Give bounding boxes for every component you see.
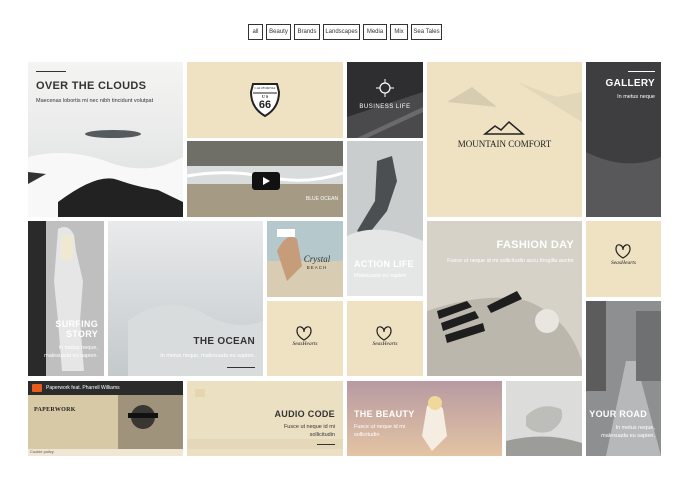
tile-subtitle: Malesuada eu sapien (354, 273, 407, 279)
play-button[interactable] (252, 172, 280, 190)
seahearts-logo: SeasHearts (372, 341, 398, 347)
channel-title: Paperwork feat. Pharrell Williams (46, 385, 120, 391)
tile-seal[interactable] (506, 381, 582, 456)
tile-subtitle-2: sollicitudin (354, 432, 380, 438)
tile-seahearts-right[interactable]: SeasHearts (347, 301, 423, 376)
filter-bar: all Beauty Brands Landscapes Media Mix S… (0, 24, 690, 40)
filter-all[interactable]: all (248, 24, 263, 40)
crystal-beach-sublogo: BEACH (306, 265, 328, 270)
seahearts-logo-icon (376, 326, 392, 341)
filter-sea-tales[interactable]: Sea Tales (411, 24, 442, 40)
blue-ocean-logo: BLUE OCEAN (305, 196, 339, 202)
tile-subtitle: Maecenas lobortis mi nec nibh tincidunt … (36, 98, 154, 104)
tile-title: FASHION DAY (496, 239, 574, 251)
tile-seahearts-top[interactable]: SeasHearts (586, 221, 661, 297)
media-player-image (28, 381, 183, 456)
tile-title: YOUR ROAD (589, 409, 647, 419)
tile-gallery[interactable]: GALLERY In metus neque (586, 62, 661, 217)
filter-brands[interactable]: Brands (294, 24, 320, 40)
tile-mountain-comfort[interactable]: MOUNTAIN COMFORT (427, 62, 582, 217)
tile-audio-code[interactable]: AUDIO CODE Fusce ut neque id mi sollicit… (187, 381, 343, 456)
tile-title: OVER THE CLOUDS (36, 80, 147, 92)
tile-the-beauty[interactable]: THE BEAUTY Fusce ut neque id mi sollicit… (347, 381, 502, 456)
business-life-image (347, 79, 423, 138)
route-66-top: CALIFORNIA (254, 86, 276, 90)
tile-title: ACTION LIFE (354, 259, 414, 269)
play-icon (263, 177, 270, 185)
tile-crystal-beach[interactable]: Crystal BEACH (267, 221, 343, 297)
tile-subtitle: Fusce ut neque id mi (354, 424, 406, 430)
tile-subtitle-2: sollicitudin (309, 432, 335, 438)
route-66-number: 66 (258, 99, 272, 111)
tile-surfing-story[interactable]: SURFING STORY In metus neque, malesuada … (28, 221, 104, 376)
tile-title: GALLERY (605, 78, 655, 89)
tile-seahearts-left[interactable]: SeasHearts (267, 301, 343, 376)
accent-bar (317, 444, 335, 445)
tile-subtitle: In metus neque (617, 94, 655, 100)
filter-beauty[interactable]: Beauty (266, 24, 291, 40)
tile-over-the-clouds[interactable]: OVER THE CLOUDS Maecenas lobortis mi nec… (28, 62, 183, 217)
tile-subtitle-2: malesuada eu sapien. (44, 353, 98, 359)
seal-image (506, 381, 582, 456)
tile-route-66[interactable]: CALIFORNIA U S 66 (187, 62, 343, 138)
poster-title: PAPERWORK (34, 407, 76, 413)
accent-bar (227, 367, 255, 368)
accent-bar (628, 71, 655, 72)
tile-the-ocean[interactable]: THE OCEAN In metus neque, malesuada eu s… (108, 221, 263, 376)
crystal-beach-logo: Crystal (303, 254, 331, 264)
tile-ocean-video[interactable] (187, 141, 343, 217)
tile-media-player[interactable]: Paperwork feat. Pharrell Williams PAPERW… (28, 381, 183, 456)
your-road-subtitle: In metus neque, (615, 425, 655, 431)
seahearts-logo: SeasHearts (610, 260, 637, 266)
seahearts-logo-icon (296, 326, 312, 341)
filter-media[interactable]: Media (363, 24, 387, 40)
cookie-policy-link[interactable]: Cookie policy (30, 449, 54, 454)
tile-subtitle: Fusce ut neque id mi (283, 424, 335, 430)
tile-subtitle: Fusce ut neque id mi sollicitudin accu f… (447, 258, 574, 264)
seahearts-logo-icon (615, 244, 631, 259)
tile-title: THE OCEAN (193, 336, 255, 347)
filter-landscapes[interactable]: Landscapes (323, 24, 360, 40)
tile-business-life[interactable]: BUSINESS LIFE (347, 62, 423, 138)
tile-action-life[interactable]: ACTION LIFE Malesuada eu sapien (347, 141, 423, 296)
tile-title: AUDIO CODE (274, 409, 335, 419)
tile-fashion-day[interactable]: FASHION DAY Fusce ut neque id mi sollici… (427, 221, 582, 376)
tile-title: THE BEAUTY (354, 409, 415, 419)
tile-subtitle: In metus neque, malesuada eu sapien. (160, 353, 255, 359)
mountain-comfort-logo: MOUNTAIN COMFORT (457, 139, 552, 149)
tile-title: SURFING (55, 319, 98, 329)
filter-mix[interactable]: Mix (390, 24, 408, 40)
tile-title-2: STORY (65, 329, 98, 339)
seahearts-logo: SeasHearts (292, 341, 318, 347)
accent-bar (36, 71, 66, 72)
your-road-subtitle-2: malesuada eu sapien. (601, 433, 655, 439)
tile-subtitle: In metus neque, (58, 345, 98, 351)
business-life-logo: BUSINESS LIFE (359, 104, 411, 110)
